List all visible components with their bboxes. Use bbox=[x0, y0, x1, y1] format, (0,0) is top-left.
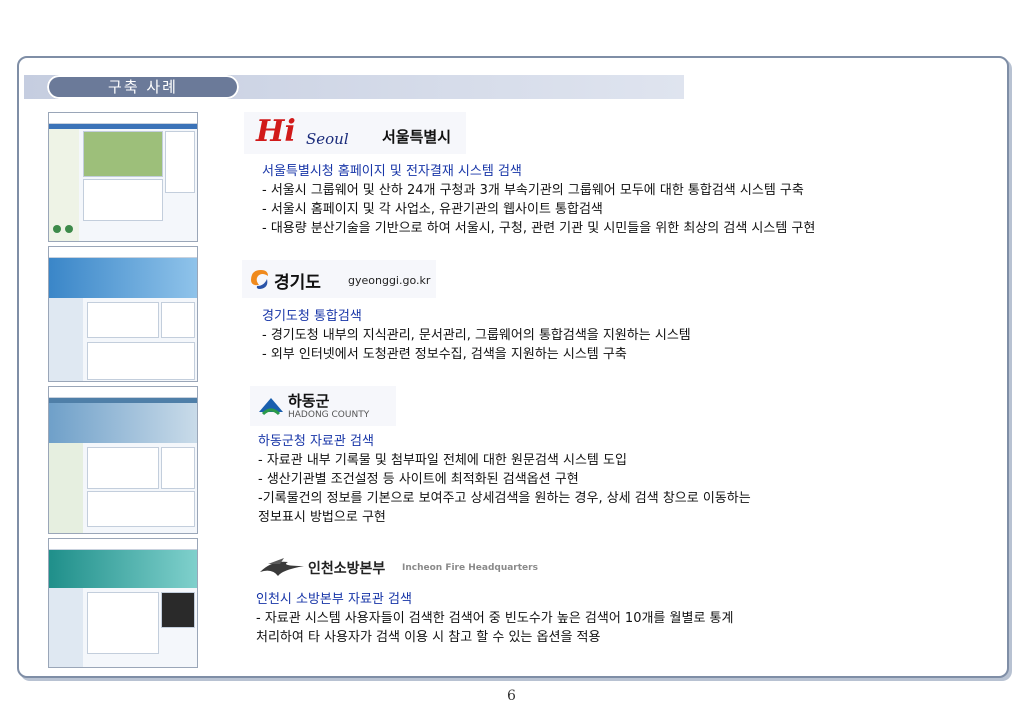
screenshot-thumbnail-gyeonggi bbox=[48, 246, 198, 382]
case-line: - 대용량 분산기술을 기반으로 하여 서울시, 구청, 관련 기관 및 시민들… bbox=[262, 221, 816, 236]
case-line: - 생산기관별 조건설정 등 사이트에 최적화된 검색옵션 구현 bbox=[258, 472, 579, 487]
screenshot-thumbnail-hadong bbox=[48, 386, 198, 534]
incheon-logo-sub: Incheon Fire Headquarters bbox=[402, 563, 538, 573]
hadong-logo-name: 하동군 bbox=[288, 392, 330, 410]
case-line: 처리하여 타 사용자가 검색 이용 시 참고 할 수 있는 옵션을 적용 bbox=[256, 630, 601, 645]
case-line: 정보표시 방법으로 구현 bbox=[258, 510, 386, 525]
case-title-gyeonggi: 경기도청 통합검색 bbox=[262, 309, 362, 324]
seoul-logo-name: 서울특별시 bbox=[382, 128, 452, 146]
page-number: 6 bbox=[507, 688, 516, 704]
screenshot-thumbnail-incheon bbox=[48, 538, 198, 668]
section-title-pill: 구축 사례 bbox=[47, 75, 239, 99]
incheon-logo-name: 인천소방본부 bbox=[308, 561, 386, 577]
screenshot-thumbnail-seoul bbox=[48, 112, 198, 242]
gyeonggi-logo-url: gyeonggi.go.kr bbox=[348, 274, 431, 287]
hadong-logo: 하동군 HADONG COUNTY bbox=[250, 386, 396, 426]
seoul-logo-script: Seoul bbox=[306, 130, 349, 148]
case-line: -기록물건의 정보를 기본으로 보여주고 상세검색을 원하는 경우, 상세 검색… bbox=[258, 491, 751, 506]
case-title-hadong: 하동군청 자료관 검색 bbox=[258, 434, 374, 449]
hadong-logo-sub: HADONG COUNTY bbox=[288, 410, 370, 420]
hi-logo-mark: Hi bbox=[256, 114, 296, 149]
gyeonggi-logo: 경기도 gyeonggi.go.kr bbox=[242, 260, 436, 298]
case-line: - 외부 인터넷에서 도청관련 정보수집, 검색을 지원하는 시스템 구축 bbox=[262, 347, 627, 362]
case-line: - 서울시 그룹웨어 및 산하 24개 구청과 3개 부속기관의 그룹웨어 모두… bbox=[262, 183, 804, 198]
incheon-emblem-icon bbox=[258, 554, 306, 580]
gyeonggi-emblem-icon bbox=[248, 266, 270, 290]
case-line: - 자료관 시스템 사용자들이 검색한 검색어 중 빈도수가 높은 검색어 10… bbox=[256, 611, 734, 626]
section-title: 구축 사례 bbox=[108, 78, 178, 96]
incheon-logo: 인천소방본부 Incheon Fire Headquarters bbox=[256, 550, 556, 584]
case-title-seoul: 서울특별시청 홈페이지 및 전자결재 시스템 검색 bbox=[262, 164, 522, 179]
gyeonggi-logo-name: 경기도 bbox=[274, 273, 321, 293]
case-line: - 경기도청 내부의 지식관리, 문서관리, 그룹웨어의 통합검색을 지원하는 … bbox=[262, 328, 691, 343]
seoul-logo: Hi Seoul 서울특별시 bbox=[244, 112, 466, 154]
case-line: - 서울시 홈페이지 및 각 사업소, 유관기관의 웹사이트 통합검색 bbox=[262, 202, 603, 217]
case-line: - 자료관 내부 기록물 및 첨부파일 전체에 대한 원문검색 시스템 도입 bbox=[258, 453, 627, 468]
case-title-incheon: 인천시 소방본부 자료관 검색 bbox=[256, 592, 412, 607]
hadong-emblem-icon bbox=[258, 394, 284, 416]
